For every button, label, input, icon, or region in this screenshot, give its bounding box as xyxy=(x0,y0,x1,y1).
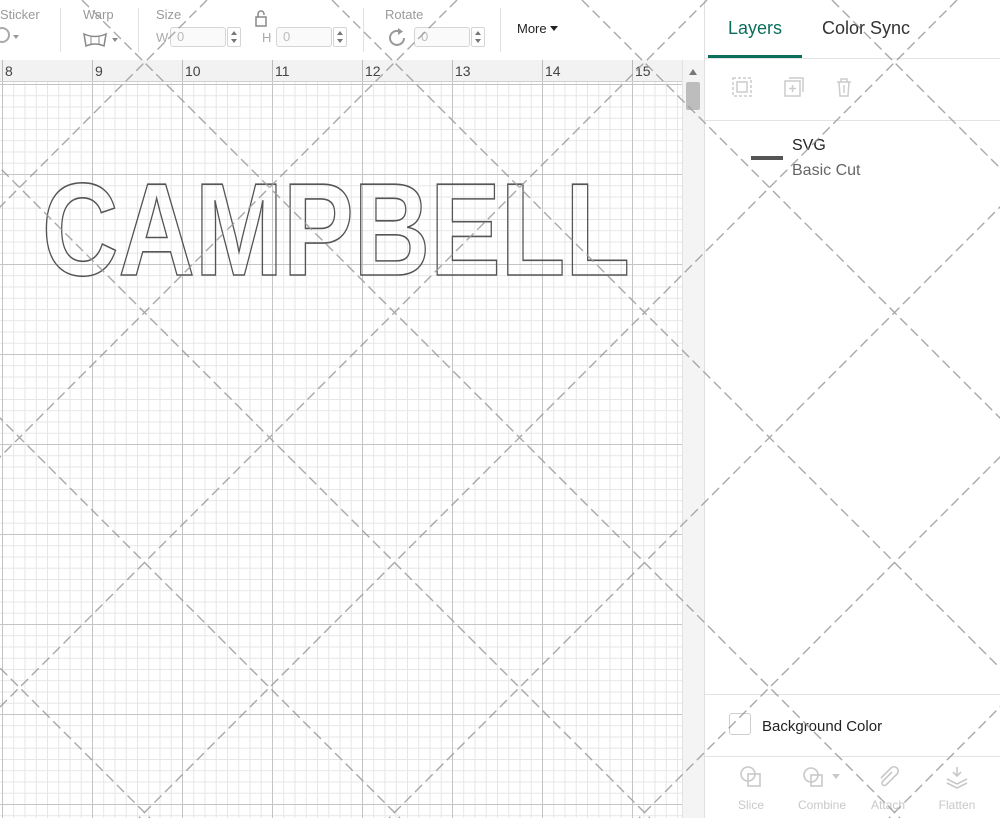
width-letter: W xyxy=(156,30,169,45)
layer-thumbnail xyxy=(751,156,783,160)
horizontal-ruler: 8 9 10 11 12 13 14 15 xyxy=(0,60,682,82)
scroll-thumb[interactable] xyxy=(686,82,700,110)
ruler-number: 8 xyxy=(5,63,13,79)
layer-name: SVG xyxy=(792,137,826,154)
chevron-down-icon[interactable] xyxy=(112,38,118,42)
canvas-toolbar: Sticker Warp Size W 0 H 0 Rotate 0 More xyxy=(0,0,704,60)
panel-divider xyxy=(705,756,1000,757)
campbell-text: CAMPBELL xyxy=(42,156,630,303)
sticker-icon[interactable] xyxy=(0,27,10,43)
attach-label: Attach xyxy=(870,798,906,812)
slice-button[interactable]: Slice xyxy=(721,758,781,814)
background-color-label: Background Color xyxy=(762,718,883,735)
height-stepper[interactable] xyxy=(333,27,347,47)
group-icon[interactable] xyxy=(731,76,753,98)
scroll-up-arrow-icon[interactable] xyxy=(689,69,697,75)
ruler-tick xyxy=(182,60,183,81)
flatten-label: Flatten xyxy=(938,798,976,812)
paperclip-icon xyxy=(880,765,900,787)
ruler-tick xyxy=(2,60,3,81)
rotate-label: Rotate xyxy=(385,7,424,22)
toolbar-divider xyxy=(363,8,364,52)
flatten-button[interactable]: Flatten xyxy=(927,758,987,814)
size-label: Size xyxy=(156,7,182,22)
slice-icon xyxy=(740,766,761,787)
layers-panel: Layers Color Sync SVG Basic Cut Backgrou… xyxy=(704,0,1000,818)
panel-divider xyxy=(705,694,1000,695)
more-label: More xyxy=(517,21,547,36)
ruler-number: 10 xyxy=(185,63,201,79)
lock-icon[interactable] xyxy=(254,9,268,27)
combine-icon xyxy=(803,767,840,787)
duplicate-icon[interactable] xyxy=(783,76,805,98)
warp-label: Warp xyxy=(83,7,114,22)
ruler-tick xyxy=(272,60,273,81)
ruler-tick xyxy=(452,60,453,81)
combine-button[interactable]: Combine xyxy=(792,758,852,814)
layer-item[interactable]: SVG Basic Cut xyxy=(705,126,1000,188)
width-stepper[interactable] xyxy=(227,27,241,47)
tab-layers[interactable]: Layers xyxy=(728,18,782,39)
height-input[interactable]: 0 xyxy=(276,27,332,47)
ruler-tick xyxy=(632,60,633,81)
toolbar-divider xyxy=(138,8,139,52)
ruler-number: 14 xyxy=(545,63,561,79)
rotate-stepper[interactable] xyxy=(471,27,485,47)
width-input[interactable]: 0 xyxy=(170,27,226,47)
ruler-number: 15 xyxy=(635,63,651,79)
chevron-down-icon[interactable] xyxy=(13,35,19,39)
design-canvas[interactable]: CAMPBELL xyxy=(0,82,682,818)
caret-down-icon xyxy=(549,26,558,31)
ruler-tick xyxy=(92,60,93,81)
toolbar-divider xyxy=(60,8,61,52)
ruler-tick xyxy=(542,60,543,81)
height-letter: H xyxy=(262,30,272,45)
ruler-number: 12 xyxy=(365,63,381,79)
slice-label: Slice xyxy=(737,798,764,812)
trash-icon[interactable] xyxy=(833,76,855,98)
toolbar-divider xyxy=(500,8,501,52)
flatten-icon xyxy=(946,767,968,789)
combine-label: Combine xyxy=(797,798,847,812)
panel-divider xyxy=(705,120,1000,121)
layer-operation-type: Basic Cut xyxy=(792,162,861,179)
tab-color-sync[interactable]: Color Sync xyxy=(822,18,910,39)
background-color-swatch[interactable] xyxy=(729,713,751,735)
campbell-outline-text[interactable]: CAMPBELL xyxy=(0,82,682,818)
canvas-vertical-scrollbar[interactable] xyxy=(682,60,704,818)
warp-icon[interactable] xyxy=(82,31,108,49)
sticker-label: Sticker xyxy=(0,7,40,22)
rotate-icon[interactable] xyxy=(385,26,409,50)
ruler-number: 13 xyxy=(455,63,471,79)
ruler-number: 11 xyxy=(275,63,290,79)
ruler-number: 9 xyxy=(95,63,103,79)
panel-divider xyxy=(705,58,1000,59)
more-button[interactable]: More xyxy=(517,21,558,36)
rotate-input[interactable]: 0 xyxy=(414,27,470,47)
ruler-tick xyxy=(362,60,363,81)
attach-button[interactable]: Attach xyxy=(858,758,918,814)
